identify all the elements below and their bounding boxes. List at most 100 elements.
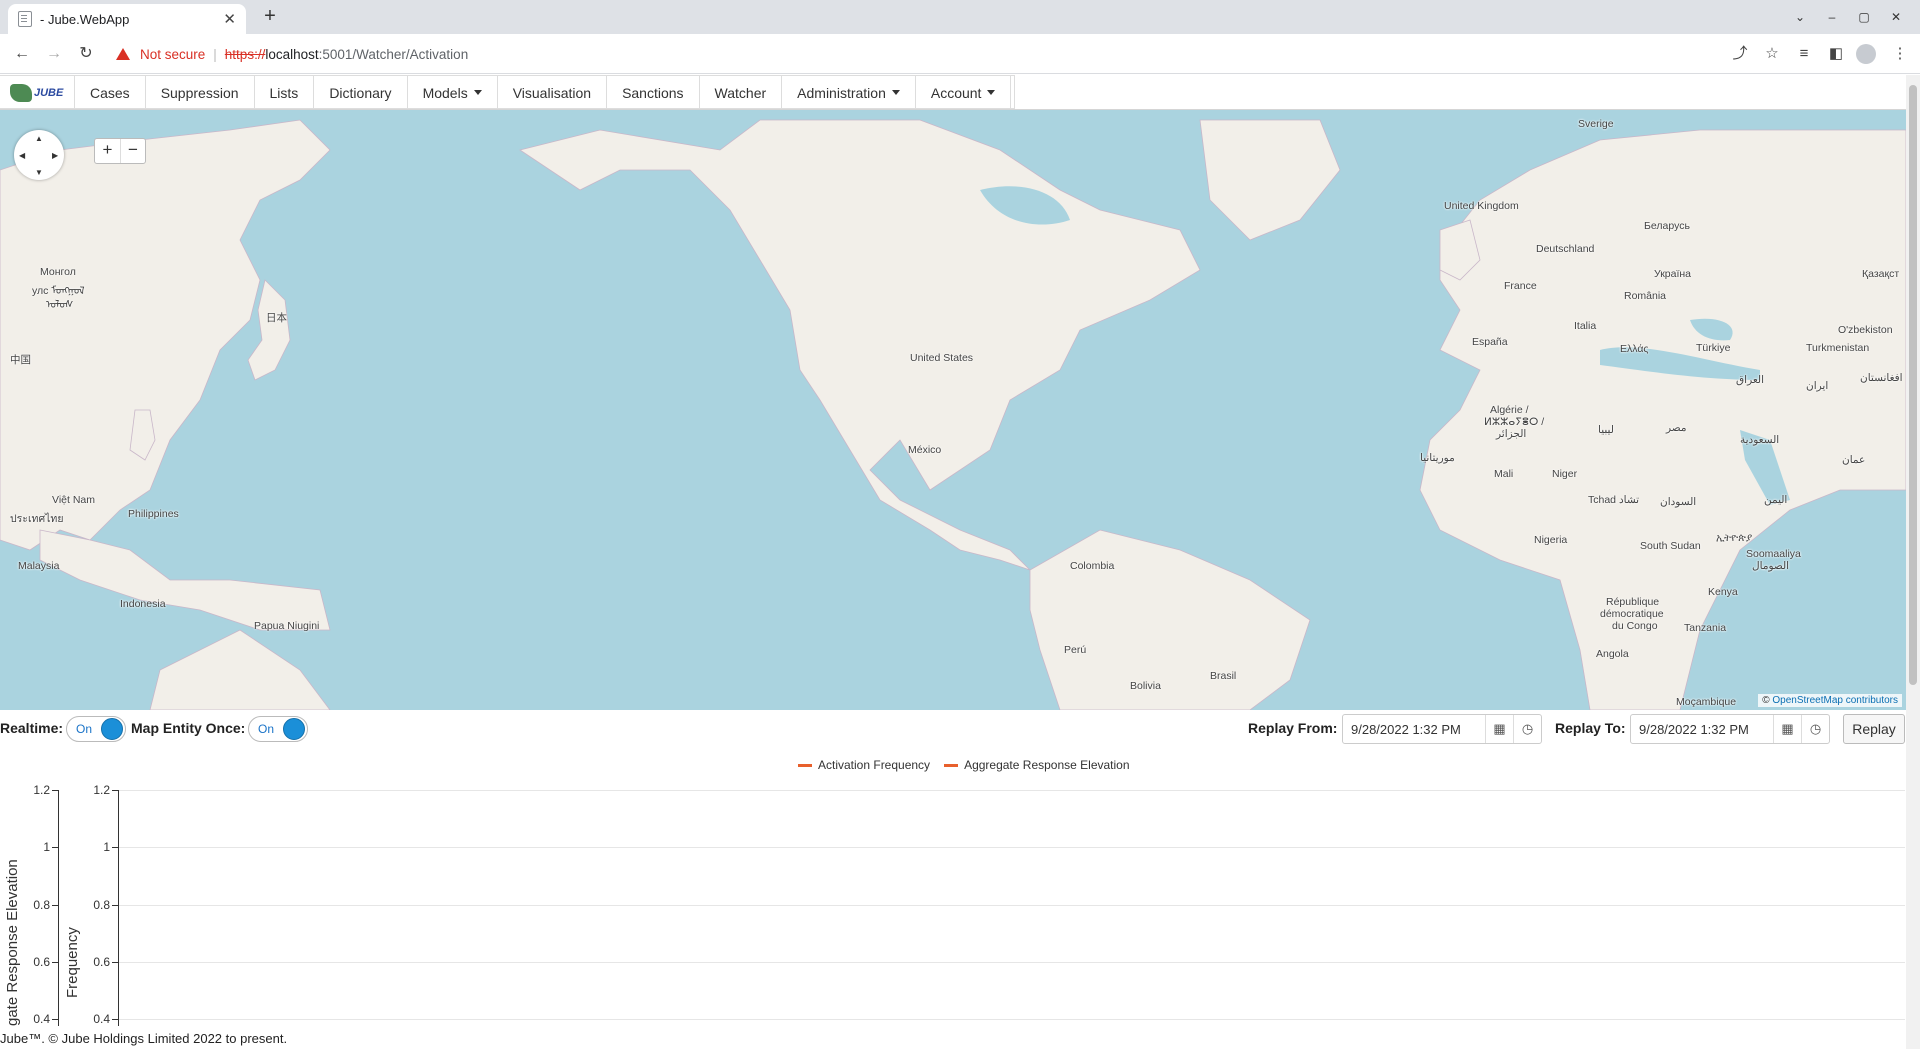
map-label: Ελλάς — [1620, 343, 1649, 355]
nav-account[interactable]: Account — [916, 76, 1012, 109]
map-label: الصومال — [1752, 560, 1790, 572]
map-label: Malaysia — [18, 560, 60, 572]
media-icon[interactable]: ≡ — [1792, 42, 1816, 66]
y-tick-mark — [52, 847, 58, 849]
map-label: موريتانيا — [1420, 452, 1455, 464]
logo-mark-icon — [10, 83, 32, 102]
nav-dictionary[interactable]: Dictionary — [314, 76, 408, 109]
nav-models[interactable]: Models — [408, 76, 498, 109]
forward-arrow-icon[interactable]: → — [42, 42, 66, 66]
zoom-in-button[interactable]: + — [95, 139, 120, 163]
attribution-prefix: © — [1762, 695, 1773, 706]
nav-label: Visualisation — [512, 84, 592, 101]
replay-from-label: Replay From: — [1248, 720, 1338, 736]
gridline — [119, 904, 1905, 906]
gridline — [119, 961, 1905, 963]
y-tick-label-right: 1.2 — [93, 783, 110, 797]
map-label: Қазақст — [1862, 268, 1900, 280]
switch-state: On — [258, 722, 275, 736]
replay-button[interactable]: Replay — [1843, 714, 1905, 744]
pan-down-icon[interactable]: ▼ — [35, 168, 43, 177]
y-tick-label-left: 0.8 — [33, 897, 50, 912]
pan-left-icon[interactable]: ◀ — [19, 151, 25, 160]
share-icon[interactable]: ⤴ — [1728, 42, 1752, 66]
clock-icon[interactable]: ◷ — [1801, 715, 1829, 743]
replay-to-label: Replay To: — [1555, 720, 1626, 736]
nav-lists[interactable]: Lists — [255, 76, 315, 109]
calendar-icon[interactable]: ▦ — [1773, 715, 1801, 743]
map-label: Беларусь — [1644, 220, 1690, 232]
reload-icon[interactable]: ↻ — [74, 42, 98, 66]
switch-state: On — [76, 722, 93, 736]
map-label: Soomaaliya — [1746, 548, 1801, 560]
tab-search-icon[interactable]: ⌄ — [1784, 5, 1816, 29]
browser-tab[interactable]: - Jube.WebApp ✕ — [8, 4, 246, 34]
replay-from-value[interactable]: 9/28/2022 1:32 PM — [1343, 722, 1485, 737]
page-scrollbar[interactable] — [1906, 75, 1920, 1049]
nav-suppression[interactable]: Suppression — [146, 76, 255, 109]
y-tick-label-right: 0.8 — [93, 897, 110, 912]
new-tab-button[interactable]: + — [258, 5, 282, 28]
map-label: ليبيا — [1598, 424, 1614, 436]
map-label: العراق — [1736, 374, 1765, 386]
map-label: démocratique — [1600, 608, 1664, 620]
nav-watcher[interactable]: Watcher — [700, 76, 783, 109]
replay-from-datetime[interactable]: 9/28/2022 1:32 PM ▦ ◷ — [1342, 714, 1542, 744]
y-tick-mark — [112, 961, 118, 963]
close-window-button[interactable]: ✕ — [1880, 5, 1912, 29]
map-label: du Congo — [1612, 620, 1658, 632]
clock-icon[interactable]: ◷ — [1513, 715, 1541, 743]
gridline — [119, 790, 1905, 791]
nav-label: Suppression — [160, 84, 239, 101]
map-label: République — [1606, 596, 1660, 608]
jube-logo[interactable]: JUBE — [0, 76, 75, 109]
nav-label: Lists — [269, 84, 299, 101]
security-label[interactable]: Not secure — [140, 47, 205, 62]
nav-sanctions[interactable]: Sanctions — [607, 76, 700, 109]
zoom-out-button[interactable]: − — [120, 139, 145, 163]
y-tick-label-left: 1.2 — [33, 783, 50, 797]
nav-label: Account — [930, 84, 982, 101]
maximize-button[interactable]: ▢ — [1848, 5, 1880, 29]
window-controls: ⌄ – ▢ ✕ — [1784, 5, 1912, 29]
menu-icon[interactable]: ⋮ — [1888, 42, 1912, 66]
profile-icon[interactable] — [1856, 42, 1880, 66]
realtime-switch[interactable]: On — [66, 716, 126, 742]
world-map[interactable]: ▲ ▼ ◀ ▶ + − Sverige United Kingdom Белар… — [0, 110, 1906, 710]
minimize-button[interactable]: – — [1816, 5, 1848, 29]
calendar-icon[interactable]: ▦ — [1485, 715, 1513, 743]
tab-close-icon[interactable]: ✕ — [223, 10, 236, 28]
y-tick-mark — [52, 1019, 58, 1020]
address-bar[interactable]: Not secure | https:// localhost :5001/Wa… — [110, 38, 1710, 70]
map-label: Türkiye — [1696, 342, 1731, 354]
replay-to-value[interactable]: 9/28/2022 1:32 PM — [1631, 722, 1773, 737]
pan-right-icon[interactable]: ▶ — [52, 151, 58, 160]
nav-cases[interactable]: Cases — [75, 76, 146, 109]
y-tick-mark — [112, 1019, 118, 1020]
map-label: Україна — [1654, 268, 1692, 280]
map-label: Brasil — [1210, 670, 1237, 682]
map-label: España — [1472, 336, 1508, 348]
osm-attribution-link[interactable]: OpenStreetMap contributors — [1772, 695, 1898, 706]
map-entity-once-switch[interactable]: On — [248, 716, 308, 742]
map-label: Moçambique — [1676, 696, 1737, 708]
back-arrow-icon[interactable]: ← — [10, 42, 34, 66]
nav-administration[interactable]: Administration — [782, 76, 916, 109]
nav-visualisation[interactable]: Visualisation — [498, 76, 608, 109]
bookmark-star-icon[interactable]: ☆ — [1760, 42, 1784, 66]
y-tick-mark — [52, 790, 58, 791]
map-label: 中国 — [10, 354, 31, 366]
legend-item[interactable]: Aggregate Response Elevation — [944, 758, 1130, 772]
pan-up-icon[interactable]: ▲ — [35, 134, 43, 143]
pan-control[interactable]: ▲ ▼ ◀ ▶ — [14, 130, 64, 180]
scrollbar-thumb[interactable] — [1909, 85, 1917, 685]
side-panel-icon[interactable]: ◧ — [1824, 42, 1848, 66]
app-navbar: JUBE Cases Suppression Lists Dictionary … — [0, 75, 1920, 110]
map-label: Mali — [1494, 468, 1514, 480]
legend-label: Activation Frequency — [818, 758, 931, 772]
legend-item[interactable]: Activation Frequency — [798, 758, 930, 772]
replay-to-datetime[interactable]: 9/28/2022 1:32 PM ▦ ◷ — [1630, 714, 1830, 744]
legend-swatch — [798, 763, 812, 767]
map-entity-once-label: Map Entity Once: — [131, 720, 246, 736]
browser-tabstrip: - Jube.WebApp ✕ + ⌄ – ▢ ✕ — [0, 0, 1920, 34]
